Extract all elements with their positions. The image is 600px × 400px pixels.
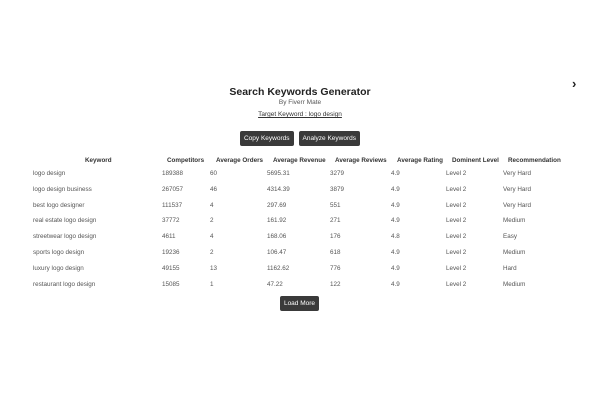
cell-competitors: 267057 xyxy=(162,185,184,193)
cell-average-reviews: 776 xyxy=(330,264,341,272)
cell-recommendation: Easy xyxy=(503,233,517,241)
cell-recommendation: Very Hard xyxy=(503,201,531,209)
cell-average-orders: 60 xyxy=(210,170,218,177)
cell-competitors: 15085 xyxy=(162,280,180,288)
header-keyword: Keyword xyxy=(85,157,112,164)
cell-keyword: logo design business xyxy=(33,185,92,193)
cell-competitors: 37772 xyxy=(162,217,180,225)
cell-average-revenue: 161.92 xyxy=(267,217,287,225)
cell-average-revenue: 168.06 xyxy=(267,233,287,241)
cell-keyword: restaurant logo design xyxy=(33,280,96,288)
cell-recommendation: Very Hard xyxy=(503,185,531,193)
copy-keywords-button[interactable]: Copy Keywords xyxy=(239,131,294,146)
cell-keyword: sports logo design xyxy=(33,249,85,256)
cell-average-rating: 4.9 xyxy=(391,201,400,209)
cell-average-orders: 13 xyxy=(210,264,218,272)
cell-dominent-level: Level 2 xyxy=(446,185,467,193)
cell-competitors: 49155 xyxy=(162,264,180,272)
cell-dominent-level: Level 2 xyxy=(446,233,467,241)
header-average-reviews: Average Reviews xyxy=(335,157,387,164)
cell-average-revenue: 1162.62 xyxy=(267,264,290,272)
header-average-orders: Average Orders xyxy=(216,157,264,164)
table-row: luxury logo design 49155 13 1162.62 776 4.9 Le… xyxy=(0,265,600,279)
cell-competitors: 19236 xyxy=(162,249,180,256)
cell-average-reviews: 176 xyxy=(330,233,341,241)
header-recommendation: Recommendation xyxy=(508,157,561,164)
cell-average-reviews: 122 xyxy=(330,280,341,288)
page-subtitle: By Fiverr Mate xyxy=(278,99,322,106)
cell-dominent-level: Level 2 xyxy=(446,201,467,209)
cell-recommendation: Very Hard xyxy=(503,170,531,177)
cell-average-orders: 4 xyxy=(210,201,214,209)
cell-keyword: real estate logo design xyxy=(33,217,97,225)
cell-competitors: 111537 xyxy=(162,201,183,209)
cell-dominent-level: Level 2 xyxy=(446,280,467,288)
cell-dominent-level: Level 2 xyxy=(446,217,467,225)
cell-dominent-level: Level 2 xyxy=(446,264,467,272)
target-keyword-link[interactable]: Target Keyword : logo design xyxy=(0,111,600,118)
cell-competitors: 189388 xyxy=(162,170,184,177)
cell-average-rating: 4.9 xyxy=(391,264,400,272)
cell-average-orders: 46 xyxy=(210,185,218,193)
cell-average-orders: 2 xyxy=(210,249,214,256)
cell-keyword: streetwear logo design xyxy=(33,233,97,241)
cell-keyword: logo design xyxy=(33,170,66,177)
page-title: Search Keywords Generator xyxy=(229,86,371,98)
cell-recommendation: Medium xyxy=(503,280,526,288)
cell-keyword: best logo designer xyxy=(33,201,85,209)
cell-average-rating: 4.9 xyxy=(391,185,400,193)
cell-average-rating: 4.9 xyxy=(391,249,400,256)
cell-average-reviews: 618 xyxy=(330,249,341,256)
load-more-button[interactable]: Load More xyxy=(280,296,319,311)
cell-average-reviews: 3879 xyxy=(330,185,345,193)
table-row: streetwear logo design 4611 4 168.06 176 4.8 L… xyxy=(0,233,600,247)
cell-dominent-level: Level 2 xyxy=(446,249,467,256)
cell-keyword: luxury logo design xyxy=(33,264,84,272)
cell-average-reviews: 271 xyxy=(330,217,341,225)
cell-average-revenue: 106.47 xyxy=(267,249,287,256)
header-competitors: Competitors xyxy=(167,157,205,164)
cell-average-revenue: 297.69 xyxy=(267,201,287,209)
cell-average-revenue: 47.22 xyxy=(267,280,283,288)
table-row: best logo designer 111537 4 297.69 551 4.9 Lev… xyxy=(0,202,600,216)
cell-average-rating: 4.9 xyxy=(391,170,400,177)
cell-recommendation: Medium xyxy=(503,249,526,256)
cell-dominent-level: Level 2 xyxy=(446,170,467,177)
cell-average-orders: 2 xyxy=(210,217,214,225)
cell-average-reviews: 3279 xyxy=(330,170,345,177)
cell-average-orders: 1 xyxy=(210,280,214,288)
cell-average-revenue: 4314.39 xyxy=(267,185,290,193)
table-row: sports logo design 19236 2 106.47 618 4.9 Leve… xyxy=(0,249,600,263)
table-row: logo design business 267057 46 4314.39 3879 4… xyxy=(0,186,600,200)
analyze-keywords-button[interactable]: Analyze Keywords xyxy=(298,131,360,146)
table-row: real estate logo design 37772 2 161.92 271 4.… xyxy=(0,217,600,231)
table-row: logo design 189388 60 5695.31 3279 4.9 Level 2… xyxy=(0,170,600,184)
cell-competitors: 4611 xyxy=(162,233,176,241)
header-dominent-level: Dominent Level xyxy=(452,157,499,164)
table-row: restaurant logo design 15085 1 47.22 122 4.9 L… xyxy=(0,281,600,295)
cell-recommendation: Medium xyxy=(503,217,526,225)
cell-average-revenue: 5695.31 xyxy=(267,170,290,177)
cell-average-rating: 4.9 xyxy=(391,280,400,288)
header-average-rating: Average Rating xyxy=(397,157,443,164)
cell-average-reviews: 551 xyxy=(330,201,341,209)
cell-recommendation: Hard xyxy=(503,264,517,272)
cell-average-orders: 4 xyxy=(210,233,214,241)
action-buttons: Copy Keywords Analyze Keywords xyxy=(0,131,600,146)
cell-average-rating: 4.8 xyxy=(391,233,400,241)
header-average-revenue: Average Revenue xyxy=(273,157,326,164)
cell-average-rating: 4.9 xyxy=(391,217,400,225)
